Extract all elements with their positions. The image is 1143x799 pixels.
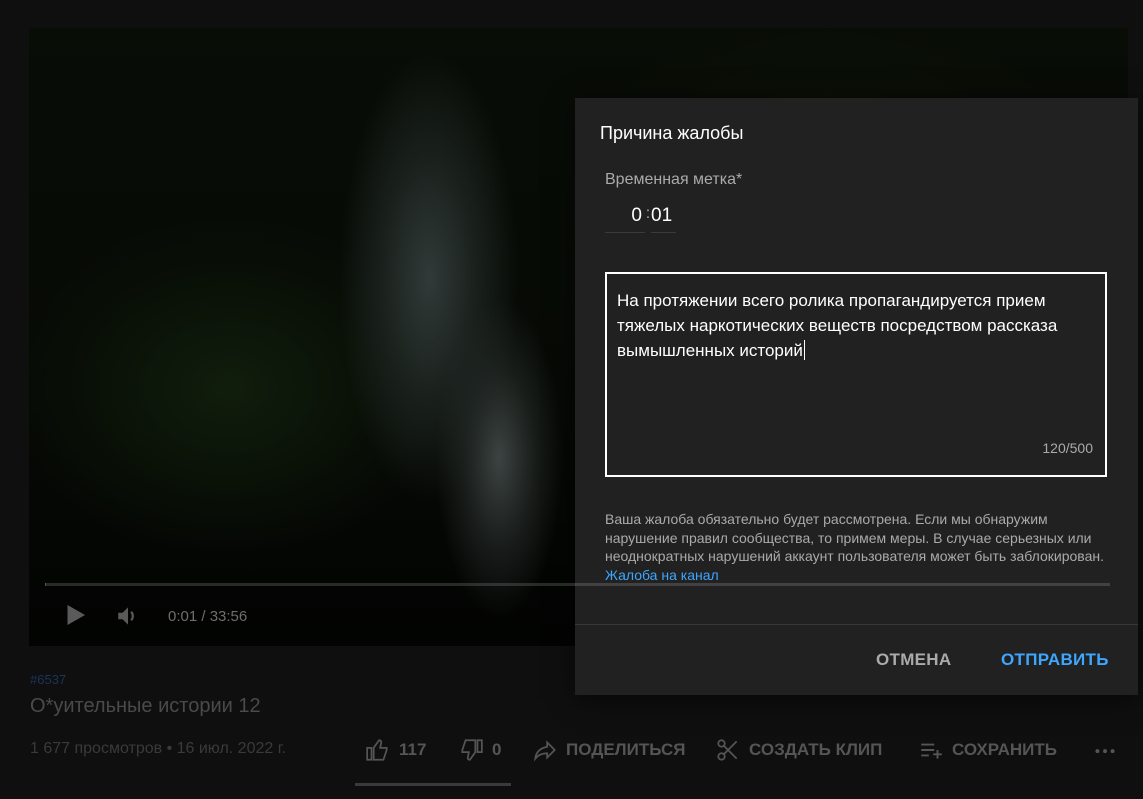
share-button[interactable]: ПОДЕЛИТЬСЯ	[532, 732, 686, 768]
playlist-add-icon	[921, 743, 942, 759]
timestamp-minutes-input[interactable]: 0	[605, 201, 645, 233]
clip-label: СОЗДАТЬ КЛИП	[749, 740, 883, 759]
video-meta: 1 677 просмотров • 16 июл. 2022 г.	[30, 740, 287, 757]
more-button[interactable]	[1092, 732, 1118, 768]
share-label: ПОДЕЛИТЬСЯ	[566, 740, 686, 759]
video-progress-bar[interactable]	[45, 583, 1110, 586]
video-progress-fill	[45, 583, 46, 586]
cancel-button[interactable]: ОТМЕНА	[876, 650, 951, 670]
save-button[interactable]: СОХРАНИТЬ	[918, 732, 1057, 768]
timestamp-seconds-input[interactable]: 01	[651, 201, 676, 233]
dislike-button[interactable]: 0	[458, 732, 501, 768]
char-counter: 120/500	[1042, 440, 1093, 456]
scissors-icon	[717, 739, 738, 761]
thumbs-down-icon	[461, 739, 483, 761]
play-icon[interactable]	[60, 600, 90, 630]
dislike-count: 0	[492, 740, 502, 759]
dialog-title: Причина жалобы	[600, 123, 744, 143]
more-horizontal-icon	[1095, 749, 1115, 754]
timestamp-label: Временная метка*	[605, 171, 743, 188]
dialog-divider	[575, 624, 1138, 625]
channel-report-link[interactable]: Жалоба на канал	[605, 567, 719, 583]
report-notice: Ваша жалоба обязательно будет рассмотрен…	[605, 510, 1105, 584]
clip-button[interactable]: СОЗДАТЬ КЛИП	[715, 732, 882, 768]
thumbs-up-icon	[366, 739, 388, 761]
like-dislike-bar	[355, 783, 511, 786]
send-button[interactable]: ОТПРАВИТЬ	[1001, 650, 1109, 670]
text-caret	[803, 340, 805, 360]
save-label: СОХРАНИТЬ	[952, 740, 1057, 759]
like-count: 117	[399, 740, 427, 759]
video-title: О*уительные истории 12	[30, 695, 261, 717]
volume-icon[interactable]	[115, 603, 141, 629]
report-dialog: Причина жалобы Временная метка* 0 : 01 Н…	[575, 98, 1138, 695]
reason-text: На протяжении всего ролика пропагандируе…	[617, 291, 1058, 360]
reason-textarea[interactable]: На протяжении всего ролика пропагандируе…	[605, 272, 1107, 477]
notice-text: Ваша жалоба обязательно будет рассмотрен…	[605, 511, 1104, 564]
hashtag-link[interactable]: #6537	[30, 672, 66, 687]
time-display: 0:01 / 33:56	[168, 608, 248, 625]
like-button[interactable]: 117	[365, 732, 426, 768]
share-icon	[534, 740, 556, 762]
